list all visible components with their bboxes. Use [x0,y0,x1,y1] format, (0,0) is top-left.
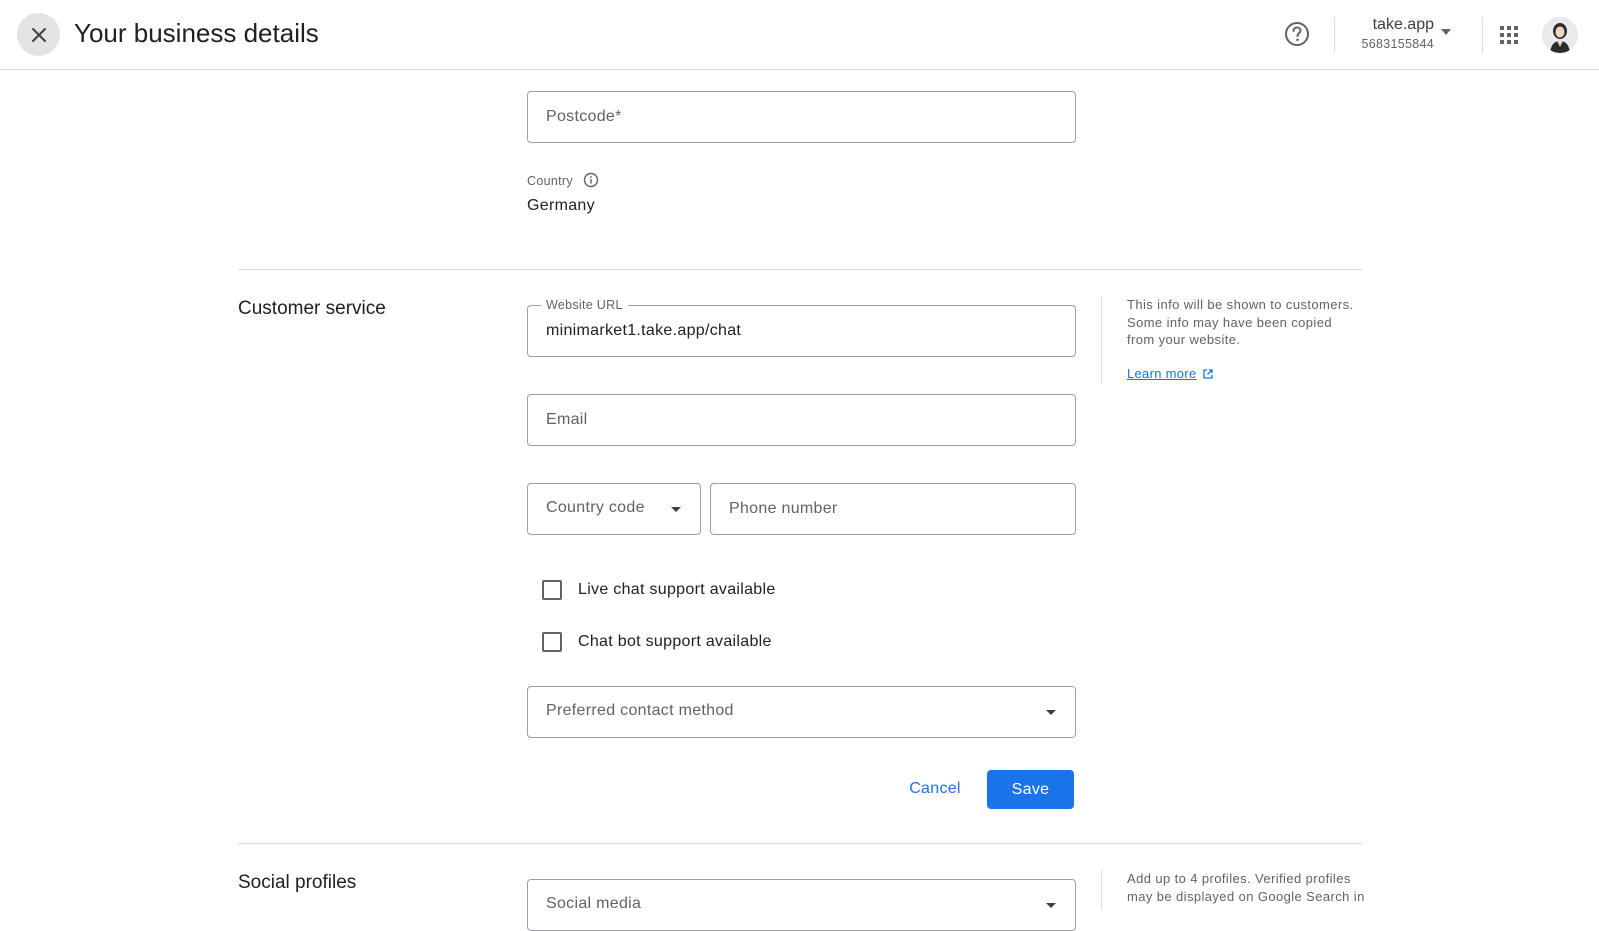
section-title-social-profiles: Social profiles [238,872,357,893]
chat-bot-checkbox-row[interactable]: Chat bot support available [542,630,772,654]
website-url-field[interactable]: Website URL [527,298,1076,357]
help-icon[interactable] [1283,20,1311,48]
account-id: 5683155844 [1361,37,1434,51]
chevron-down-icon [671,507,681,512]
postcode-field[interactable] [527,91,1076,143]
apps-grid-icon[interactable] [1497,23,1521,47]
country-value: Germany [527,197,595,214]
phone-number-field[interactable] [710,483,1076,535]
chevron-down-icon [1046,710,1056,715]
website-url-input[interactable] [528,306,1075,356]
side-note-rule [1101,870,1102,910]
chat-bot-label: Chat bot support available [578,633,772,650]
learn-more-link[interactable]: Learn more [1127,366,1214,381]
email-input[interactable] [528,395,1075,445]
chat-bot-checkbox[interactable] [542,632,562,652]
profile-picture-icon [1542,17,1578,53]
social-profiles-side-note: Add up to 4 profiles. Verified profiles … [1127,871,1365,904]
phone-number-input[interactable] [711,484,1075,534]
country-code-select[interactable]: Country code [527,483,701,535]
save-button[interactable]: Save [987,770,1074,809]
section-divider [238,843,1362,844]
side-note-rule [1101,296,1102,384]
social-media-placeholder: Social media [546,895,642,912]
live-chat-checkbox-row[interactable]: Live chat support available [542,578,776,602]
learn-more-label: Learn more [1127,366,1197,381]
cancel-button[interactable]: Cancel [895,770,975,808]
top-app-bar: Your business details take.app 568315584… [0,0,1599,70]
toolbar-divider [1334,17,1335,53]
account-dropdown-icon[interactable] [1441,29,1451,35]
customer-service-side-note: This info will be shown to customers. So… [1127,297,1354,347]
toolbar-divider [1482,17,1483,53]
open-in-new-icon [1203,368,1214,379]
account-switcher[interactable]: take.app 5683155844 [1340,16,1434,51]
avatar[interactable] [1542,17,1578,53]
preferred-contact-method-select[interactable]: Preferred contact method [527,686,1076,738]
country-label: Country [527,174,573,188]
website-url-label: Website URL [541,298,628,312]
live-chat-checkbox[interactable] [542,580,562,600]
info-icon[interactable] [583,172,599,188]
close-icon [31,27,46,42]
close-button[interactable] [17,13,60,56]
social-media-select[interactable]: Social media [527,879,1076,931]
country-code-placeholder: Country code [546,499,645,516]
section-title-customer-service: Customer service [238,298,386,319]
account-name: take.app [1372,16,1434,33]
live-chat-label: Live chat support available [578,581,776,598]
preferred-contact-placeholder: Preferred contact method [546,702,734,719]
page-title: Your business details [74,18,319,48]
postcode-input[interactable] [528,92,1075,142]
email-field[interactable] [527,394,1076,446]
section-divider [238,269,1362,270]
